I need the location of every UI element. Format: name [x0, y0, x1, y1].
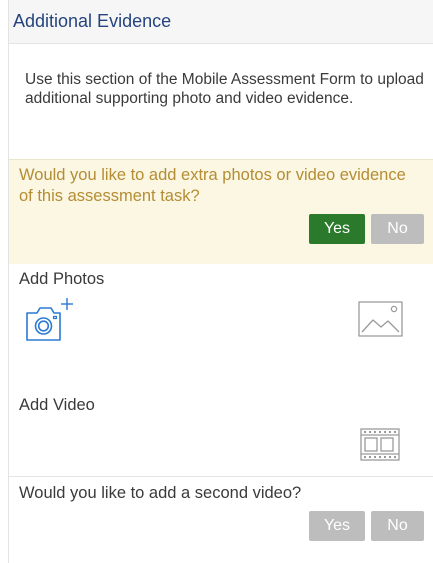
section-header: Additional Evidence	[9, 0, 433, 44]
form-container: Additional Evidence Use this section of …	[8, 0, 433, 563]
extra-evidence-no-button[interactable]: No	[371, 214, 424, 244]
film-strip-icon	[360, 428, 400, 461]
add-photo-gallery-button[interactable]	[357, 300, 405, 340]
second-video-yes-button[interactable]: Yes	[309, 511, 365, 541]
second-video-no-button[interactable]: No	[371, 511, 424, 541]
add-photos-label: Add Photos	[19, 270, 105, 288]
add-video-button[interactable]	[359, 426, 403, 464]
image-gallery-icon	[358, 301, 403, 337]
extra-evidence-question-panel: Would you like to add extra photos or vi…	[9, 159, 433, 264]
extra-evidence-yes-button[interactable]: Yes	[309, 214, 365, 244]
camera-add-icon	[26, 298, 73, 341]
second-video-question: Would you like to add a second video?	[19, 484, 302, 502]
divider	[9, 476, 433, 477]
intro-text: Use this section of the Mobile Assessmen…	[25, 71, 424, 107]
add-photo-camera-button[interactable]	[25, 296, 79, 346]
extra-evidence-question: Would you like to add extra photos or vi…	[19, 166, 406, 205]
section-title: Additional Evidence	[13, 11, 172, 31]
add-video-label: Add Video	[19, 396, 95, 414]
